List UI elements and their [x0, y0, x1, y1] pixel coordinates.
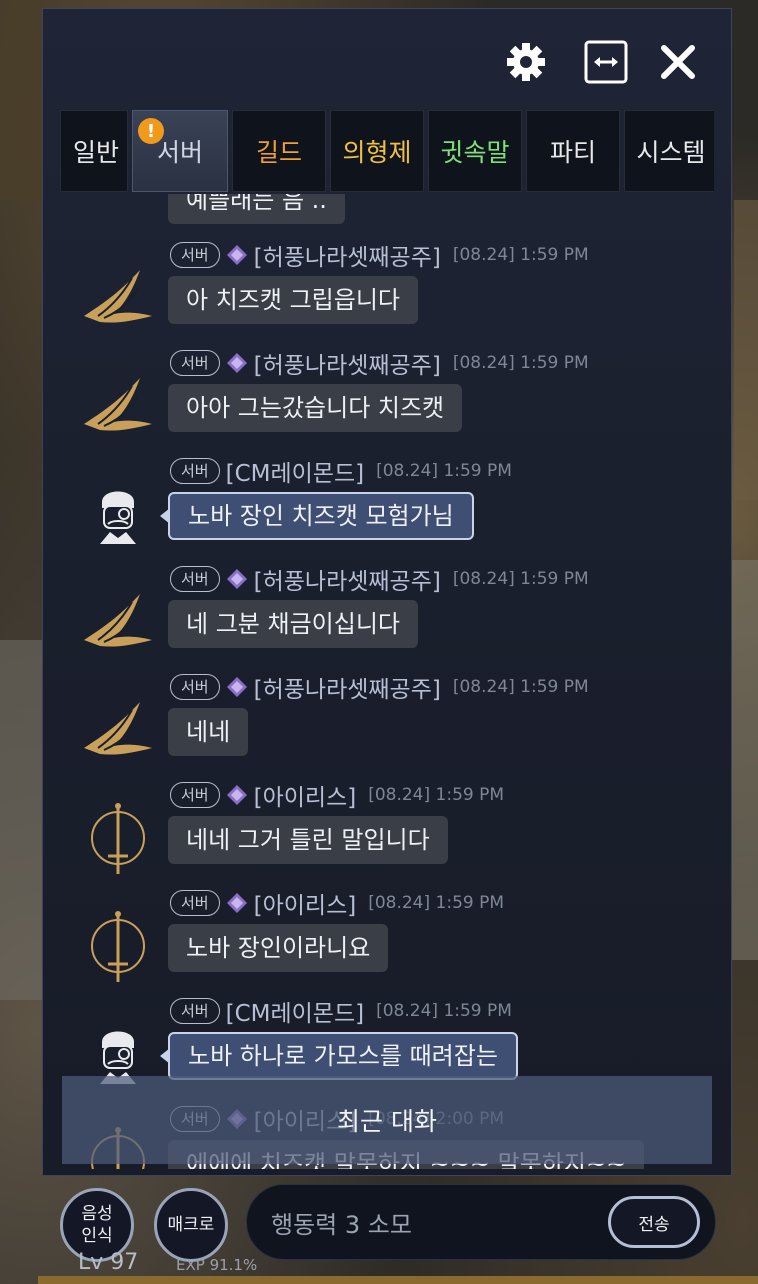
message-bubble: 노바 장인이라니요	[168, 924, 389, 972]
tab-label: 시스템	[636, 138, 706, 167]
guild-wing-emblem-icon	[84, 702, 152, 755]
voice-label-line-2: 인식	[81, 1226, 113, 1246]
message-timestamp: [08.24] 1:59 PM	[452, 569, 589, 589]
player-exp: EXP 91.1%	[176, 1256, 258, 1274]
channel-tag: 서버	[170, 998, 220, 1024]
message-meta: 서버 [CM레이몬드] [08.24] 1:59 PM	[170, 994, 512, 1028]
message-meta: 서버 [아이리스] [08.24] 1:59 PM	[170, 886, 505, 920]
channel-tag: 서버	[170, 674, 220, 700]
rank-crystal-icon	[226, 893, 247, 913]
chat-input-bar: 음성 인식 매크로 행동력 3 소모 전송	[42, 1176, 732, 1276]
notification-badge: !	[138, 118, 164, 144]
tab-system[interactable]: 시스템	[624, 110, 714, 192]
message-bubble: 네네	[168, 708, 249, 756]
message-bubble: 노바 장인 치즈캣 모험가님	[160, 492, 474, 540]
tab-general[interactable]: 일반	[60, 110, 128, 192]
tab-label: 서버	[156, 138, 203, 167]
tab-whisper[interactable]: 귓속말	[428, 110, 522, 192]
message-meta: 서버 [허풍나라셋째공주] [08.24] 1:59 PM	[170, 670, 589, 704]
rank-crystal-icon	[226, 245, 247, 265]
rank-crystal-icon	[226, 353, 247, 373]
sender-name[interactable]: [허풍나라셋째공주]	[254, 562, 441, 596]
macro-label: 매크로	[167, 1215, 215, 1235]
message-meta: 서버 [CM레이몬드] [08.24] 1:59 PM	[170, 454, 512, 488]
message-bubble: 아아 그는갔습니다 치즈캣	[168, 384, 463, 432]
channel-tag: 서버	[170, 350, 220, 376]
rank-crystal-icon	[226, 569, 247, 589]
message-bubble: 예쁠래는 음 ..	[168, 194, 345, 224]
macro-button[interactable]: 매크로	[154, 1188, 228, 1262]
message-meta: 서버 [아이리스] [08.24] 1:59 PM	[170, 778, 505, 812]
exp-bar	[38, 1276, 758, 1284]
recent-chat-button[interactable]: 최근 대화	[62, 1076, 712, 1164]
message-timestamp: [08.24] 1:59 PM	[368, 893, 505, 913]
channel-tag: 서버	[170, 566, 220, 592]
sender-name[interactable]: [허풍나라셋째공주]	[254, 238, 441, 272]
chat-message[interactable]: 서버 [허풍나라셋째공주] [08.24] 1:59 PM 아아 그는갔습니다 치즈캣	[60, 348, 714, 456]
channel-tag: 서버	[170, 782, 220, 808]
close-icon	[661, 45, 695, 79]
message-timestamp: [08.24] 1:59 PM	[368, 785, 505, 805]
message-meta: 서버 [허풍나라셋째공주] [08.24] 1:59 PM	[170, 346, 589, 380]
resize-button[interactable]	[582, 38, 630, 86]
message-timestamp: [08.24] 1:59 PM	[376, 461, 512, 481]
tab-label: 일반	[72, 138, 119, 167]
settings-button[interactable]	[502, 38, 550, 86]
chat-input-text: 행동력 3 소모	[271, 1210, 412, 1239]
message-bubble: 네네 그거 틀린 말입니다	[168, 816, 448, 864]
voice-label-line-1: 음성	[81, 1204, 113, 1224]
guild-sword-emblem-icon	[91, 803, 145, 874]
message-meta: 서버 [허풍나라셋째공주] [08.24] 1:59 PM	[170, 562, 589, 596]
tab-label: 귓속말	[440, 138, 510, 167]
message-timestamp: [08.24] 1:59 PM	[452, 353, 589, 373]
sender-name[interactable]: [아이리스]	[254, 778, 357, 812]
voice-button-label: 음성 인식	[81, 1203, 112, 1247]
channel-tag: 서버	[170, 458, 220, 484]
rank-crystal-icon	[226, 785, 247, 805]
chat-message[interactable]: 서버 [아이리스] [08.24] 1:59 PM 네네 그거 틀린 말입니다	[60, 780, 714, 888]
sender-name[interactable]: [허풍나라셋째공주]	[254, 346, 441, 380]
channel-tag: 서버	[170, 242, 220, 268]
tab-party[interactable]: 파티	[526, 110, 620, 192]
resize-horizontal-icon	[584, 40, 628, 84]
sender-name[interactable]: [아이리스]	[254, 886, 357, 920]
guild-sword-emblem-icon	[91, 911, 145, 982]
tab-guild[interactable]: 길드	[232, 110, 326, 192]
chat-message[interactable]: 서버 [허풍나라셋째공주] [08.24] 1:59 PM 네 그분 채금이십니다	[60, 564, 714, 672]
chat-message[interactable]: 서버 [CM레이몬드] [08.24] 1:59 PM 노바 장인 치즈캣 모험가님	[60, 456, 714, 564]
chat-message[interactable]: 서버 [허풍나라셋째공주] [08.24] 1:59 PM 아 치즈캣 그립읍니다	[60, 240, 714, 348]
sender-name[interactable]: [CM레이몬드]	[226, 994, 365, 1028]
recent-chat-label: 최근 대화	[337, 1107, 437, 1136]
message-timestamp: [08.24] 1:59 PM	[376, 1001, 512, 1021]
message-bubble: 네 그분 채금이십니다	[168, 600, 418, 648]
send-label: 전송	[638, 1214, 670, 1235]
gear-icon	[507, 43, 545, 81]
sender-name[interactable]: [CM레이몬드]	[226, 454, 365, 488]
guild-wing-emblem-icon	[84, 270, 152, 323]
tab-brotherhood[interactable]: 의형제	[330, 110, 424, 192]
chat-message[interactable]: 서버 [아이리스] [08.24] 1:59 PM 노바 장인이라니요	[60, 888, 714, 996]
rank-crystal-icon	[226, 677, 247, 697]
guild-wing-emblem-icon	[84, 594, 152, 647]
message-timestamp: [08.24] 1:59 PM	[452, 245, 589, 265]
message-bubble: 노바 하나로 가모스를 때려잡는	[160, 1032, 518, 1080]
chat-message-list[interactable]: 예쁠래는 음 .. 서버 [허풍나라셋째공주] [08.24] 1:59 PM 아 치…	[60, 194, 714, 1169]
player-level: Lv 97	[78, 1250, 139, 1275]
chat-message[interactable]: 서버 [허풍나라셋째공주] [08.24] 1:59 PM 네네	[60, 672, 714, 780]
gm-avatar-icon	[100, 491, 136, 544]
close-button[interactable]	[654, 38, 702, 86]
message-timestamp: [08.24] 1:59 PM	[452, 677, 589, 697]
channel-tag: 서버	[170, 890, 220, 916]
guild-wing-emblem-icon	[84, 378, 152, 431]
tab-label: 의형제	[342, 138, 412, 167]
tab-label: 길드	[255, 138, 302, 167]
message-bubble: 아 치즈캣 그립읍니다	[168, 276, 418, 324]
message-meta: 서버 [허풍나라셋째공주] [08.24] 1:59 PM	[170, 238, 589, 272]
sender-name[interactable]: [허풍나라셋째공주]	[254, 670, 441, 704]
send-button[interactable]: 전송	[608, 1196, 700, 1248]
tab-label: 파티	[549, 138, 596, 167]
